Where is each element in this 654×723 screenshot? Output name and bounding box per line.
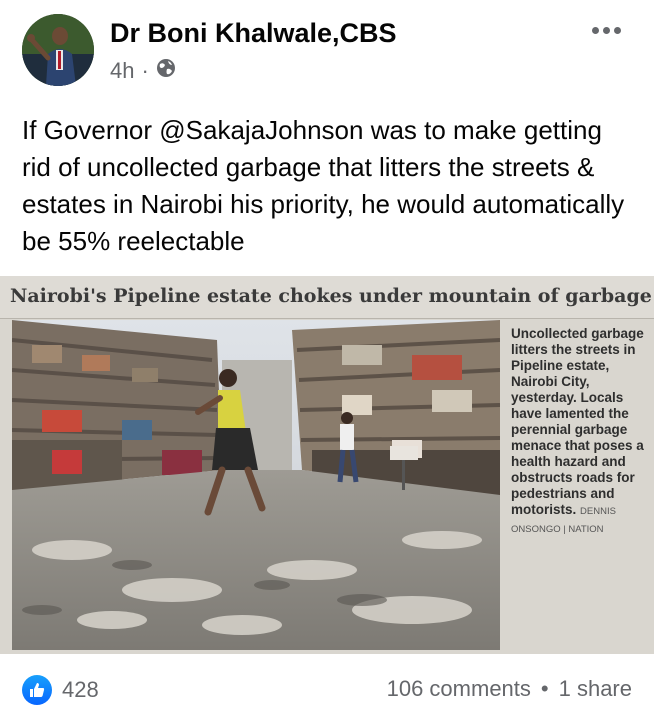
like-count: 428: [62, 677, 99, 702]
like-icon: [22, 675, 52, 705]
engagement-stats: 106 comments • 1 share: [387, 676, 632, 702]
stats-separator: •: [540, 676, 549, 701]
meta-separator: ·: [141, 58, 149, 83]
comments-count[interactable]: 106 comments: [387, 676, 531, 702]
author-name[interactable]: Dr Boni Khalwale,CBS: [110, 18, 397, 49]
garbage-street-photo: [12, 320, 500, 650]
newspaper-headline: Nairobi's Pipeline estate chokes under m…: [10, 285, 652, 307]
post-time[interactable]: 4h: [110, 58, 134, 84]
post-text: If Governor @SakajaJohnson was to make g…: [22, 115, 625, 256]
avatar[interactable]: [22, 14, 94, 86]
photo-caption: Uncollected garbage litters the streets …: [511, 326, 651, 538]
reaction-summary[interactable]: 428: [22, 672, 99, 708]
newspaper-headline-band: Nairobi's Pipeline estate chokes under m…: [0, 276, 654, 319]
post-photo[interactable]: Nairobi's Pipeline estate chokes under m…: [0, 276, 654, 654]
post-meta: 4h ·: [110, 58, 176, 84]
more-icon[interactable]: [588, 18, 624, 42]
shares-count[interactable]: 1 share: [559, 676, 632, 702]
caption-text: Uncollected garbage litters the streets …: [511, 326, 644, 517]
globe-icon: [156, 58, 176, 84]
post-header: Dr Boni Khalwale,CBS 4h ·: [0, 0, 654, 100]
